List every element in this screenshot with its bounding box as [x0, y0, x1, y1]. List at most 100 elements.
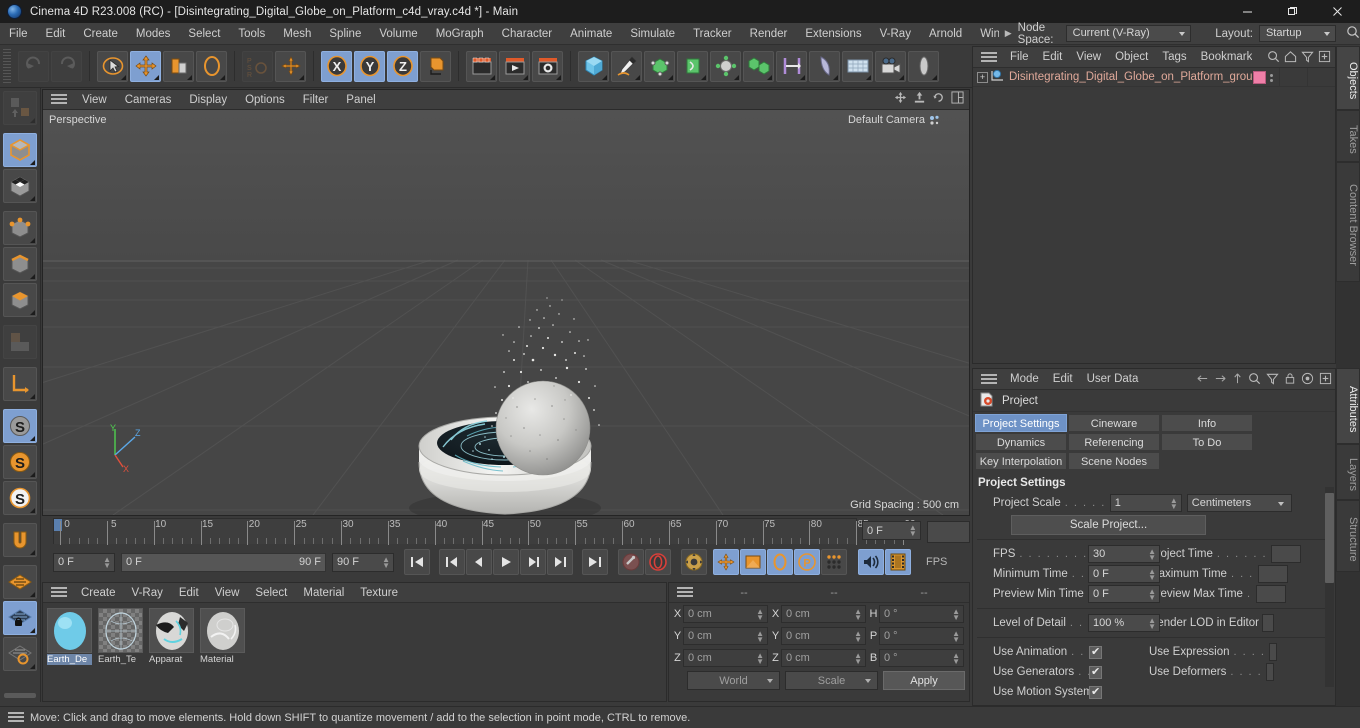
menu-overflow-arrow-icon[interactable]: ▶: [999, 28, 1018, 39]
material-menu-texture[interactable]: Texture: [352, 583, 406, 603]
material-item[interactable]: Earth_Te: [98, 608, 146, 665]
material-menu-create[interactable]: Create: [73, 583, 124, 603]
lock-y-axis-button[interactable]: Y: [354, 50, 385, 82]
key-position-button[interactable]: [713, 549, 739, 575]
tab-scene-nodes[interactable]: Scene Nodes: [1068, 452, 1160, 470]
menu-vray[interactable]: V-Ray: [871, 23, 920, 45]
menu-character[interactable]: Character: [493, 23, 562, 45]
record-active-objects-button[interactable]: [618, 549, 644, 575]
viewport-canvas[interactable]: Perspective Default Camera Y Z X Grid Sp…: [43, 110, 969, 515]
material-menu-icon[interactable]: [51, 587, 67, 598]
expand-toggle-icon[interactable]: +: [977, 71, 988, 83]
menu-animate[interactable]: Animate: [561, 23, 621, 45]
tab-cineware[interactable]: Cineware: [1068, 414, 1160, 432]
fps-field[interactable]: 30 ▲ ▼: [1088, 545, 1160, 563]
undo-button[interactable]: [18, 50, 49, 82]
object-menu-bookmarks[interactable]: Bookmarks: [1194, 47, 1252, 68]
tab-layers[interactable]: Layers: [1336, 444, 1360, 500]
frame-range-bar[interactable]: 0 F 90 F: [121, 552, 326, 572]
attribute-menu-mode[interactable]: Mode: [1003, 369, 1046, 390]
point-mode-button[interactable]: [3, 211, 37, 245]
add-cube-object-button[interactable]: [578, 50, 609, 82]
scale-project-button[interactable]: Scale Project...: [1011, 515, 1206, 535]
add-constraint-button[interactable]: [776, 50, 807, 82]
maximum-time-field[interactable]: [1257, 565, 1288, 583]
add-floor-button[interactable]: [842, 50, 873, 82]
home-icon[interactable]: [1284, 50, 1297, 66]
object-menu-tags[interactable]: Tags: [1155, 47, 1193, 68]
world-object-coordinate-button[interactable]: [420, 50, 451, 82]
viewport-menu-options[interactable]: Options: [236, 90, 294, 110]
use-expression-checkbox[interactable]: [1269, 643, 1278, 661]
node-space-select[interactable]: Current (V-Ray): [1065, 25, 1192, 42]
rotate-tool[interactable]: [196, 50, 227, 82]
live-selection-tool[interactable]: [97, 50, 128, 82]
edge-mode-button[interactable]: [3, 247, 37, 281]
menu-mesh[interactable]: Mesh: [274, 23, 320, 45]
layer-color-tag-icon[interactable]: [1253, 71, 1266, 84]
timeline-current-frame-field[interactable]: 0 F ▲ ▼: [861, 521, 921, 540]
film-strip-button[interactable]: [885, 549, 911, 575]
close-button[interactable]: [1315, 0, 1360, 23]
coord-position-x-field[interactable]: 0 cm ▲ ▼: [683, 605, 768, 623]
viewport-layout-icon[interactable]: [951, 91, 968, 107]
add-environment-button[interactable]: [710, 50, 741, 82]
menu-render[interactable]: Render: [741, 23, 797, 45]
attribute-menu-icon[interactable]: [981, 373, 997, 385]
preview-min-time-field[interactable]: 0 F ▲ ▼: [1088, 585, 1160, 603]
coord-position-z-field[interactable]: 0 cm ▲ ▼: [683, 649, 768, 667]
material-preview-earth-default[interactable]: [47, 608, 92, 653]
layout-select[interactable]: Startup: [1258, 25, 1336, 42]
autokeying-button[interactable]: [645, 549, 671, 575]
object-menu-file[interactable]: File: [1003, 47, 1036, 68]
model-mode-button[interactable]: [3, 133, 37, 167]
material-preview-apparatus[interactable]: [149, 608, 194, 653]
snap-settings-button[interactable]: S: [3, 445, 37, 479]
project-scale-unit-select[interactable]: Centimeters: [1186, 493, 1292, 512]
coordinate-mode-select[interactable]: Scale: [785, 671, 878, 690]
menu-tools[interactable]: Tools: [229, 23, 274, 45]
tab-content-browser[interactable]: Content Browser: [1336, 162, 1360, 282]
tab-takes[interactable]: Takes: [1336, 110, 1360, 162]
object-axis-mode-button[interactable]: [3, 367, 37, 401]
tab-key-interpolation[interactable]: Key Interpolation: [975, 452, 1067, 470]
viewport-menu-panel[interactable]: Panel: [337, 90, 384, 110]
apply-button[interactable]: Apply: [883, 671, 965, 690]
use-motion-system-checkbox[interactable]: [1089, 685, 1102, 699]
object-row-root[interactable]: + Disintegrating_Digital_Globe_on_Platfo…: [973, 68, 1335, 87]
lock-icon[interactable]: [1284, 372, 1296, 388]
play-button[interactable]: [493, 549, 519, 575]
forward-arrow-icon[interactable]: [1214, 373, 1227, 387]
menu-mograph[interactable]: MoGraph: [427, 23, 493, 45]
material-preview-earth-texture[interactable]: [98, 608, 143, 653]
key-point-level-animation-button[interactable]: [821, 549, 847, 575]
up-arrow-icon[interactable]: [1232, 372, 1243, 388]
render-settings-button[interactable]: [532, 50, 563, 82]
move-tool[interactable]: [130, 50, 161, 82]
filter-icon[interactable]: [1301, 50, 1314, 66]
coordinates-menu-icon[interactable]: [677, 587, 693, 598]
menu-window[interactable]: Wind: [971, 23, 999, 45]
add-camera-button[interactable]: [875, 50, 906, 82]
viewport-menu-view[interactable]: View: [73, 90, 116, 110]
material-menu-edit[interactable]: Edit: [171, 583, 207, 603]
go-to-start-button[interactable]: [404, 549, 430, 575]
render-to-picture-viewer-button[interactable]: [499, 50, 530, 82]
tab-dynamics[interactable]: Dynamics: [975, 433, 1067, 451]
object-menu-edit[interactable]: Edit: [1036, 47, 1070, 68]
project-scale-field[interactable]: 1 ▲ ▼: [1109, 493, 1182, 512]
menu-volume[interactable]: Volume: [370, 23, 426, 45]
go-to-next-key-button[interactable]: [547, 549, 573, 575]
key-scale-button[interactable]: [740, 549, 766, 575]
timeline-ruler[interactable]: 051015202530354045505560657075808590: [53, 518, 916, 545]
texture-mode-button[interactable]: [3, 169, 37, 203]
material-menu-select[interactable]: Select: [247, 583, 295, 603]
coord-size-z-field[interactable]: 0 cm ▲ ▼: [781, 649, 866, 667]
material-menu-vray[interactable]: V-Ray: [124, 583, 171, 603]
back-arrow-icon[interactable]: [1196, 373, 1209, 387]
tab-referencing[interactable]: Referencing: [1068, 433, 1160, 451]
add-bend-deformer-button[interactable]: [677, 50, 708, 82]
target-icon[interactable]: [1301, 372, 1314, 388]
add-icon[interactable]: [1319, 372, 1332, 388]
viewport-move-icon[interactable]: [894, 91, 907, 107]
